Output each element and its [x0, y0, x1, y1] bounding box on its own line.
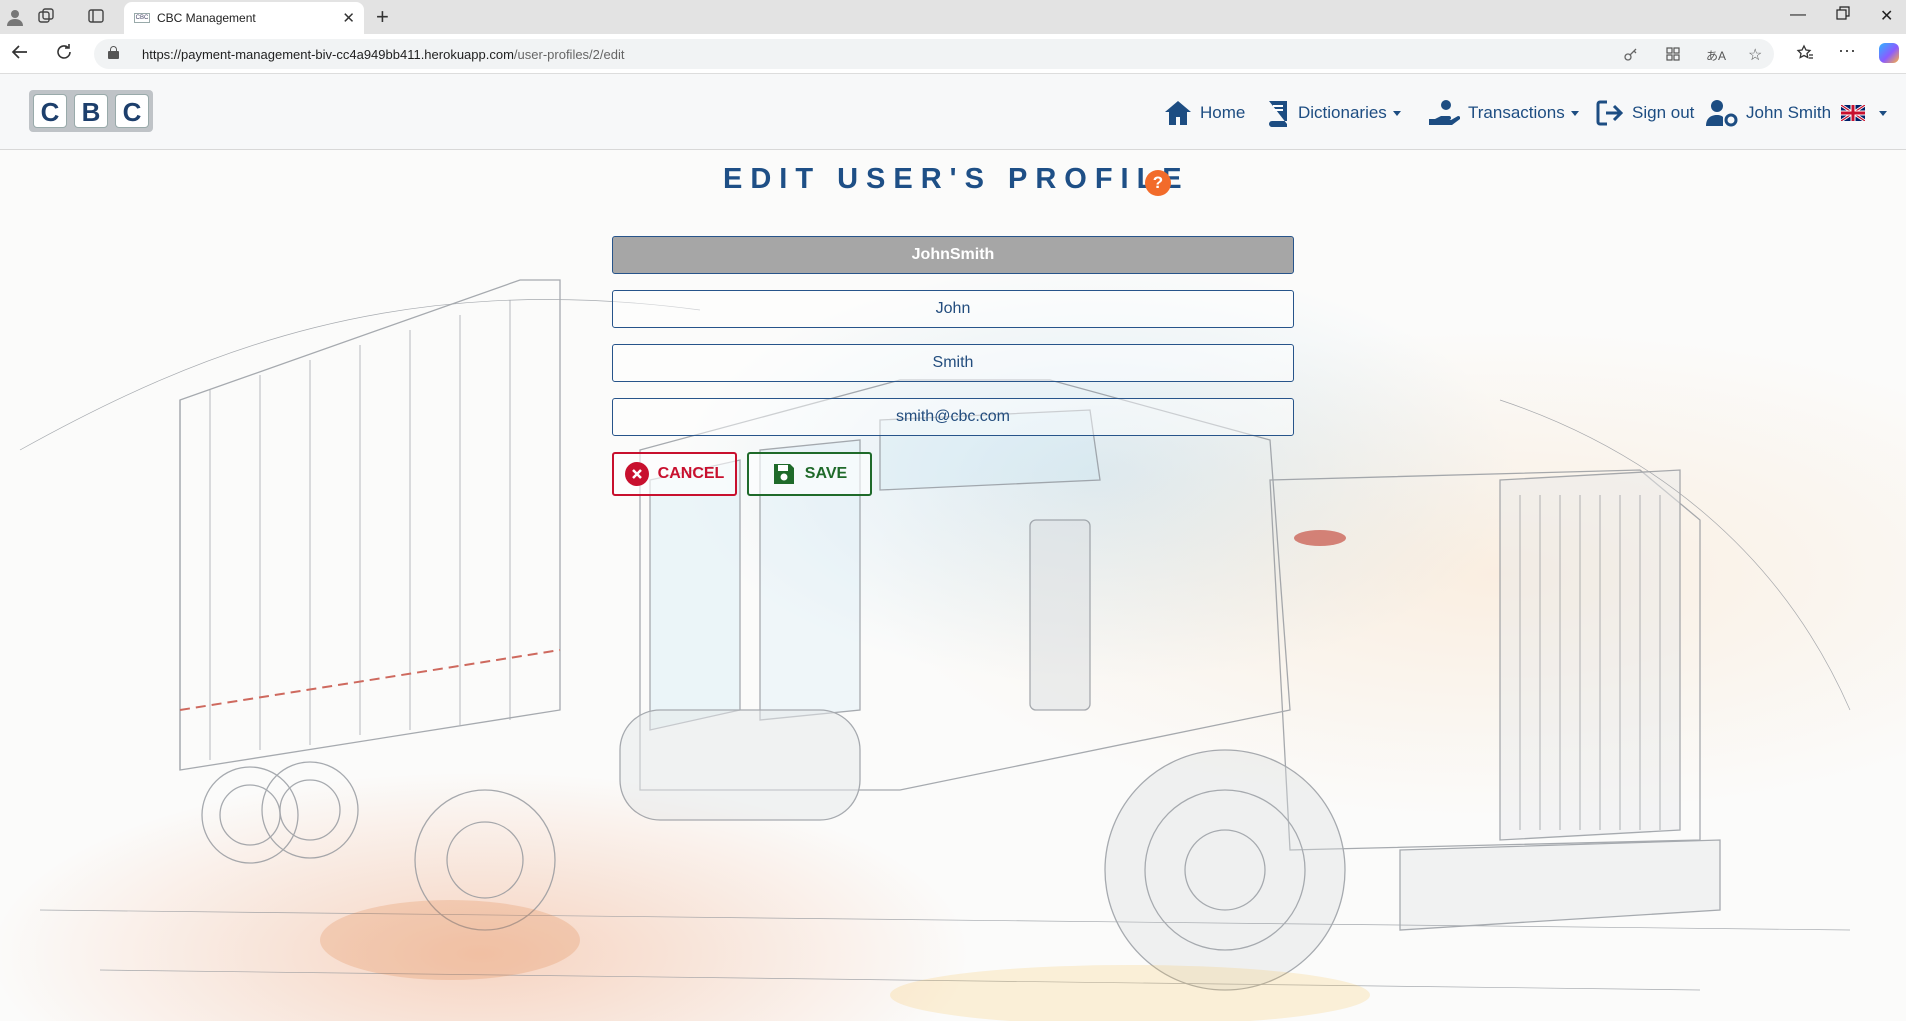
nav-home[interactable]: Home	[1164, 98, 1245, 128]
cancel-button[interactable]: CANCEL	[612, 452, 737, 496]
tab-title: CBC Management	[157, 11, 256, 25]
cbc-favicon-icon: CBC	[134, 13, 150, 23]
url-field[interactable]: https://payment-management-biv-cc4a949bb…	[94, 39, 1774, 69]
minimize-icon[interactable]: —	[1790, 6, 1806, 24]
user-settings-icon	[1706, 100, 1738, 127]
app-available-icon[interactable]	[1666, 47, 1680, 64]
chevron-down-icon	[1392, 110, 1401, 116]
more-options-icon[interactable]: ···	[1838, 40, 1856, 61]
cancel-x-icon	[624, 462, 649, 486]
site-viewport: C B C Home Dictionaries Transactions Sig…	[0, 74, 1906, 1021]
cbc-logo[interactable]: C B C	[29, 90, 153, 132]
chevron-down-icon	[1570, 110, 1579, 116]
nav-sign-out[interactable]: Sign out	[1596, 98, 1694, 128]
close-tab-icon[interactable]: ✕	[342, 9, 355, 27]
save-button[interactable]: SAVE	[747, 452, 872, 496]
back-icon[interactable]	[11, 43, 29, 66]
favorite-star-icon[interactable]: ☆	[1748, 45, 1762, 65]
browser-tab-active[interactable]: CBC CBC Management ✕	[124, 2, 364, 34]
book-icon	[1269, 101, 1287, 127]
address-bar: https://payment-management-biv-cc4a949bb…	[0, 34, 1906, 74]
home-icon	[1165, 101, 1191, 125]
translate-icon[interactable]: あA	[1706, 47, 1726, 64]
email-field[interactable]	[612, 398, 1294, 436]
logo-letter: C	[33, 94, 67, 128]
uk-flag-icon	[1841, 105, 1866, 121]
restore-icon[interactable]	[1836, 6, 1850, 25]
refresh-icon[interactable]	[55, 43, 73, 66]
workspaces-icon[interactable]	[37, 8, 55, 26]
save-button-label: SAVE	[804, 465, 848, 482]
username-field[interactable]	[612, 236, 1294, 274]
sign-out-icon	[1596, 100, 1624, 126]
nav-transactions[interactable]: Transactions	[1428, 98, 1579, 128]
cancel-button-label: CANCEL	[657, 465, 725, 482]
url-text: https://payment-management-biv-cc4a949bb…	[142, 47, 625, 62]
nav-transactions-label: Transactions	[1468, 103, 1565, 122]
nav-home-label: Home	[1200, 103, 1246, 122]
copilot-icon[interactable]	[1879, 43, 1899, 63]
nav-dictionaries-label: Dictionaries	[1298, 103, 1387, 122]
password-key-icon[interactable]	[1624, 47, 1638, 64]
lock-icon[interactable]	[108, 46, 119, 59]
top-navbar: C B C Home Dictionaries Transactions Sig…	[0, 74, 1906, 150]
logo-letter: B	[74, 94, 108, 128]
help-icon[interactable]: ?	[1145, 170, 1171, 196]
last-name-field[interactable]	[612, 344, 1294, 382]
chevron-down-icon	[1879, 110, 1888, 116]
truck-sketch-background-image	[19, 279, 1851, 1021]
first-name-field[interactable]	[612, 290, 1294, 328]
profile-icon[interactable]	[6, 8, 24, 26]
hand-money-icon	[1429, 100, 1460, 125]
page-title: EDIT USER'S PROFILE	[723, 163, 1190, 195]
logo-letter: C	[115, 94, 149, 128]
nav-user-menu[interactable]: John Smith	[1706, 98, 1888, 128]
favorites-icon[interactable]	[1796, 44, 1814, 67]
nav-sign-out-label: Sign out	[1632, 103, 1695, 122]
tab-actions-icon[interactable]	[87, 8, 105, 26]
new-tab-icon[interactable]: +	[376, 4, 389, 30]
floppy-disk-icon	[773, 464, 794, 484]
nav-dictionaries[interactable]: Dictionaries	[1266, 98, 1401, 128]
nav-user-label: John Smith	[1746, 103, 1832, 122]
close-window-icon[interactable]: ✕	[1880, 6, 1893, 26]
browser-tab-bar: CBC CBC Management ✕ + — ✕	[0, 0, 1906, 34]
